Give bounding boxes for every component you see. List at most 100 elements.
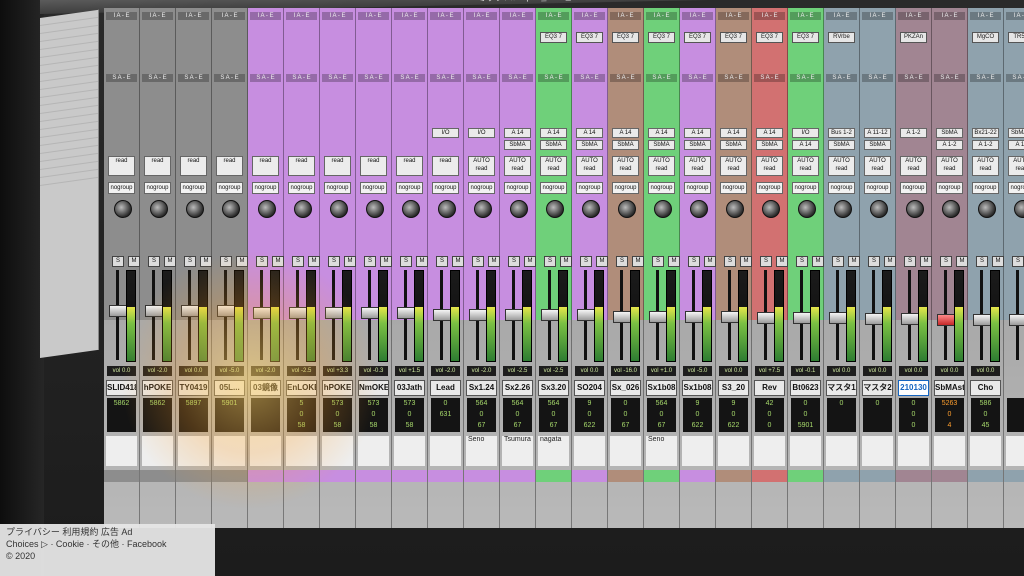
io-input-selector[interactable]: A 14 (756, 128, 783, 138)
volume-fader[interactable] (397, 307, 415, 320)
track-comment[interactable] (898, 436, 929, 466)
automation-mode-selector[interactable]: AUTO read (972, 156, 999, 176)
mute-button[interactable]: M (344, 256, 356, 267)
automation-mode-selector[interactable]: read (432, 156, 459, 176)
volume-fader[interactable] (469, 309, 487, 321)
group-selector[interactable]: nogroup (936, 182, 963, 194)
solo-button[interactable]: S (580, 256, 592, 267)
volume-fader[interactable] (253, 307, 271, 320)
mute-button[interactable]: M (524, 256, 536, 267)
automation-mode-selector[interactable]: AUTO read (576, 156, 603, 176)
group-selector[interactable]: nogroup (792, 182, 819, 194)
volume-fader[interactable] (577, 309, 595, 321)
solo-button[interactable]: S (112, 256, 124, 267)
insert-slot[interactable]: TR55I (1008, 32, 1024, 43)
track-name[interactable]: 03鏡像 (250, 380, 281, 396)
group-selector[interactable]: nogroup (972, 182, 999, 194)
track-comment[interactable] (1006, 436, 1024, 466)
group-selector[interactable]: nogroup (828, 182, 855, 194)
mute-button[interactable]: M (416, 256, 428, 267)
track-name[interactable]: Sx_026 (610, 380, 641, 396)
group-selector[interactable]: nogroup (108, 182, 135, 194)
pan-knob[interactable] (1014, 200, 1024, 218)
volume-fader[interactable] (181, 304, 199, 317)
track-name[interactable]: TY0419 (178, 380, 209, 396)
group-selector[interactable]: nogroup (324, 182, 351, 194)
track-comment[interactable] (934, 436, 965, 466)
track-name[interactable]: Sx1b08 (646, 380, 677, 396)
track-comment[interactable] (754, 436, 785, 466)
solo-button[interactable]: S (292, 256, 304, 267)
io-output-selector[interactable]: SbMA (720, 140, 747, 150)
track-name[interactable]: Sx1.24 (466, 380, 497, 396)
io-output-selector[interactable]: SbMA (540, 140, 567, 150)
io-input-selector[interactable]: A 14 (648, 128, 675, 138)
volume-fader[interactable] (109, 304, 127, 317)
pan-knob[interactable] (726, 200, 744, 218)
track-name[interactable]: hPOKE (142, 380, 173, 396)
group-selector[interactable]: nogroup (900, 182, 927, 194)
mute-button[interactable]: M (920, 256, 932, 267)
automation-mode-selector[interactable]: read (144, 156, 171, 176)
pan-knob[interactable] (870, 200, 888, 218)
io-output-selector[interactable]: SbMA (648, 140, 675, 150)
solo-button[interactable]: S (508, 256, 520, 267)
insert-slot[interactable]: EQ3 7 (612, 32, 639, 43)
track-comment[interactable] (178, 436, 209, 466)
volume-fader[interactable] (325, 307, 343, 320)
volume-fader[interactable] (829, 311, 847, 324)
track-name[interactable]: hPOKE (322, 380, 353, 396)
mute-button[interactable]: M (308, 256, 320, 267)
mute-button[interactable]: M (848, 256, 860, 267)
mute-button[interactable]: M (128, 256, 140, 267)
io-input-selector[interactable]: A 14 (684, 128, 711, 138)
solo-button[interactable]: S (328, 256, 340, 267)
group-selector[interactable]: nogroup (756, 182, 783, 194)
solo-button[interactable]: S (1012, 256, 1024, 267)
automation-mode-selector[interactable]: read (108, 156, 135, 176)
track-name[interactable]: Sx1b08 (682, 380, 713, 396)
io-output-selector[interactable]: A 14 (792, 140, 819, 150)
io-input-selector[interactable]: I/O (792, 128, 819, 138)
pan-knob[interactable] (114, 200, 132, 218)
track-comment[interactable] (610, 436, 641, 466)
pan-knob[interactable] (510, 200, 528, 218)
insert-slot[interactable]: EQ3 7 (648, 32, 675, 43)
track-comment[interactable] (286, 436, 317, 466)
io-output-selector[interactable]: SbMA (756, 140, 783, 150)
solo-button[interactable]: S (436, 256, 448, 267)
track-name[interactable]: マスタ2 (862, 380, 893, 396)
track-comment[interactable] (970, 436, 1001, 466)
automation-mode-selector[interactable]: AUTO read (756, 156, 783, 176)
mute-button[interactable]: M (236, 256, 248, 267)
automation-mode-selector[interactable]: AUTO read (684, 156, 711, 176)
automation-mode-selector[interactable]: read (360, 156, 387, 176)
io-input-selector[interactable]: A 14 (612, 128, 639, 138)
automation-mode-selector[interactable]: AUTO read (792, 156, 819, 176)
track-name[interactable]: Sx2.26 (502, 380, 533, 396)
track-comment[interactable]: Seno (466, 436, 497, 466)
mute-button[interactable]: M (200, 256, 212, 267)
solo-button[interactable]: S (148, 256, 160, 267)
mute-button[interactable]: M (164, 256, 176, 267)
solo-button[interactable]: S (616, 256, 628, 267)
io-output-selector[interactable]: SbMA (864, 140, 891, 150)
track-comment[interactable]: Seno (646, 436, 677, 466)
automation-mode-selector[interactable]: AUTO read (900, 156, 927, 176)
mute-button[interactable]: M (992, 256, 1004, 267)
group-selector[interactable]: nogroup (684, 182, 711, 194)
track-name[interactable]: SO204 (574, 380, 605, 396)
track-comment[interactable] (682, 436, 713, 466)
automation-mode-selector[interactable]: read (324, 156, 351, 176)
group-selector[interactable]: nogroup (1008, 182, 1024, 194)
group-selector[interactable]: nogroup (360, 182, 387, 194)
pan-knob[interactable] (834, 200, 852, 218)
mute-button[interactable]: M (272, 256, 284, 267)
pan-knob[interactable] (762, 200, 780, 218)
track-comment[interactable]: Tsumura (502, 436, 533, 466)
volume-fader[interactable] (793, 311, 811, 324)
volume-fader[interactable] (757, 311, 775, 324)
mute-button[interactable]: M (560, 256, 572, 267)
group-selector[interactable]: nogroup (252, 182, 279, 194)
volume-fader[interactable] (541, 309, 559, 321)
